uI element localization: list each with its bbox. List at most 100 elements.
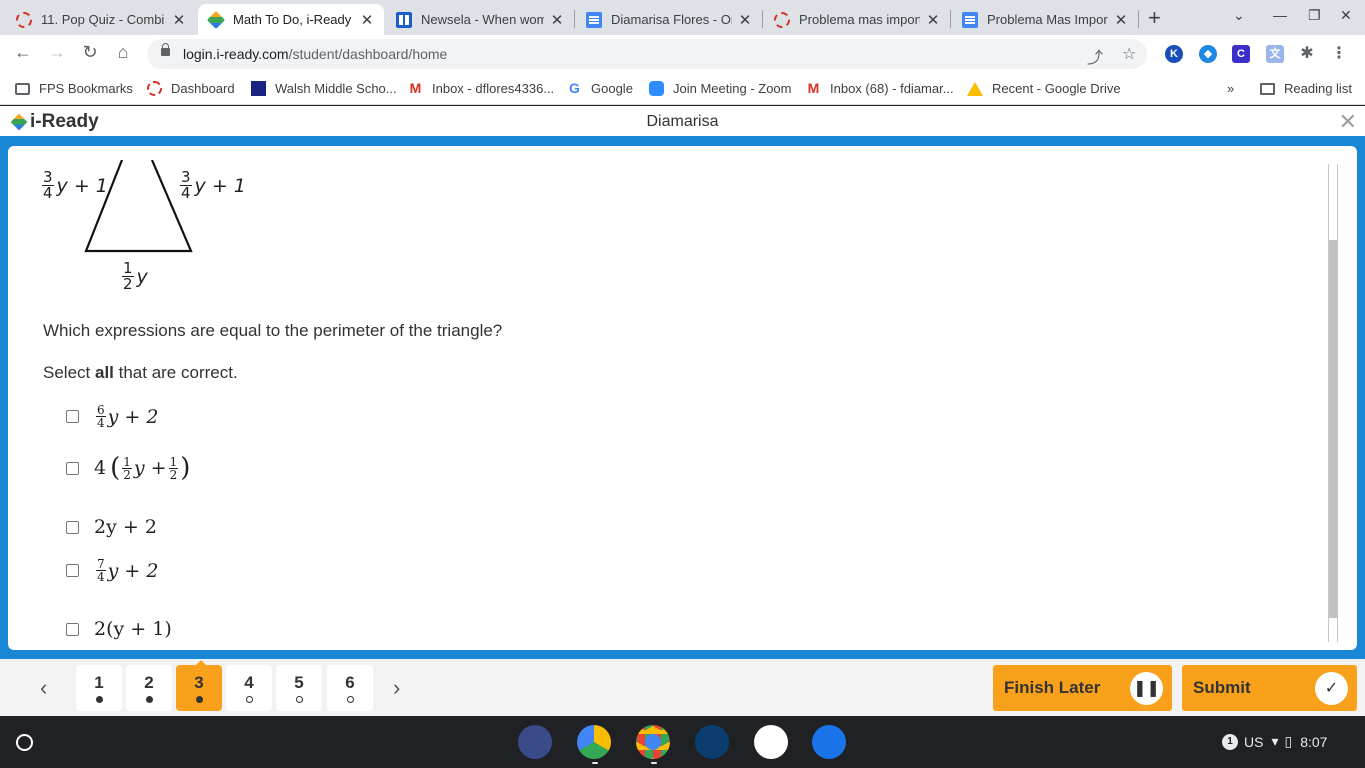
choice-checkbox[interactable] — [66, 622, 79, 636]
status-tray[interactable]: 1 US ▾ ▯ 8:07 — [1222, 733, 1327, 750]
close-icon[interactable]: ✕ — [1114, 11, 1128, 29]
restore-icon[interactable]: ❐ — [1308, 7, 1321, 24]
battery-icon: ▯ — [1284, 733, 1293, 749]
bookmarks-overflow[interactable]: » — [1227, 81, 1234, 96]
answer-choice-1[interactable]: 64 y + 2 — [66, 404, 158, 429]
page-number: 2 — [144, 673, 154, 692]
answered-dot-icon — [145, 696, 153, 703]
next-arrow-icon[interactable]: › — [393, 675, 400, 701]
page-button-6[interactable]: 6 — [327, 665, 373, 711]
page-number: 5 — [294, 673, 304, 692]
loading-icon — [147, 81, 162, 96]
denominator: 4 — [97, 416, 105, 430]
previous-arrow-icon[interactable]: ‹ — [40, 675, 47, 701]
new-tab-icon[interactable]: + — [1148, 5, 1161, 31]
instruction-pre: Select — [43, 363, 95, 382]
choice-checkbox[interactable] — [66, 461, 79, 475]
loading-icon — [774, 11, 790, 28]
reload-icon[interactable]: ↻ — [78, 42, 102, 63]
expression-rest: y + 2 — [107, 405, 159, 428]
bookmark-walsh[interactable]: Walsh Middle Scho... — [251, 81, 397, 96]
folder-icon — [15, 82, 30, 95]
bookmark-star-icon[interactable]: ☆ — [1122, 44, 1136, 64]
choice-checkbox[interactable] — [66, 564, 79, 577]
scrollbar-thumb[interactable] — [1329, 240, 1337, 618]
close-icon[interactable]: ✕ — [550, 11, 564, 29]
close-icon[interactable]: ✕ — [1339, 109, 1357, 135]
app-pinned-icon[interactable] — [518, 725, 552, 759]
bookmark-google[interactable]: G Google — [567, 80, 633, 97]
choice-checkbox[interactable] — [66, 410, 79, 423]
expression-text: 2y + 2 — [94, 516, 157, 538]
side-expression: y + 1 — [56, 174, 108, 197]
unanswered-dot-icon — [346, 696, 354, 703]
extension-shield-icon[interactable]: ◆ — [1199, 45, 1217, 63]
extension-c-icon[interactable]: C — [1232, 45, 1250, 63]
tab-pop-quiz[interactable]: 11. Pop Quiz - Combi ✕ — [6, 4, 196, 35]
google-docs-icon[interactable] — [812, 725, 846, 759]
numerator: 1 — [168, 454, 179, 469]
school-icon — [251, 81, 266, 96]
bookmark-label: Inbox (68) - fdiamar... — [830, 81, 954, 96]
tab-newsela[interactable]: Newsela - When wom ✕ — [386, 4, 574, 35]
forward-icon[interactable]: → — [45, 42, 69, 63]
close-icon[interactable]: ✕ — [172, 11, 186, 29]
page-button-5[interactable]: 5 — [276, 665, 322, 711]
bookmark-zoom[interactable]: Join Meeting - Zoom — [649, 81, 792, 96]
answer-choice-5[interactable]: 2(y + 1) — [66, 618, 172, 640]
page-button-3[interactable]: 3 — [176, 665, 222, 711]
bookmark-fps[interactable]: FPS Bookmarks — [15, 81, 133, 96]
answer-choice-2[interactable]: 4 ( 12 y + 12 ) — [66, 455, 190, 481]
tab-problema-1[interactable]: Problema mas import ✕ — [764, 4, 950, 35]
extensions-puzzle-icon[interactable]: ✱ — [1298, 45, 1316, 63]
tab-iready[interactable]: Math To Do, i-Ready ✕ — [198, 4, 384, 35]
tab-title: Math To Do, i-Ready — [233, 12, 352, 27]
tab-problema-2[interactable]: Problema Mas Impor ✕ — [952, 4, 1138, 35]
lesson-stage: 34 y + 1 34 y + 1 12 y Which expressions… — [0, 136, 1365, 659]
google-drive-icon[interactable] — [577, 725, 611, 759]
content-scrollbar[interactable] — [1328, 164, 1338, 642]
minimize-icon[interactable]: — — [1273, 7, 1287, 23]
launcher-icon[interactable] — [16, 734, 33, 751]
input-locale: US — [1244, 733, 1264, 750]
instruction-text: Select all that are correct. — [43, 363, 238, 383]
extension-translate-icon[interactable]: 文 — [1266, 45, 1284, 63]
tab-search-icon[interactable]: ⌄ — [1233, 7, 1245, 24]
close-icon[interactable]: ✕ — [360, 11, 374, 29]
bookmark-inbox-1[interactable]: M Inbox - dflores4336... — [408, 81, 554, 97]
bookmark-inbox-2[interactable]: M Inbox (68) - fdiamar... — [806, 81, 954, 97]
window-close-icon[interactable]: ✕ — [1340, 7, 1352, 24]
tab-diamarisa-doc[interactable]: Diamarisa Flores - On ✕ — [576, 4, 762, 35]
finish-later-button[interactable]: Finish Later ❚❚ — [993, 665, 1172, 711]
app-pinned-icon[interactable] — [695, 725, 729, 759]
share-icon[interactable]: ⤴ — [1087, 44, 1103, 68]
page-button-1[interactable]: 1 — [76, 665, 122, 711]
page-button-2[interactable]: 2 — [126, 665, 172, 711]
answer-choice-3[interactable]: 2y + 2 — [66, 516, 157, 538]
url-host: login.i-ready.com — [183, 46, 289, 62]
close-icon[interactable]: ✕ — [926, 11, 940, 29]
google-icon: G — [569, 80, 580, 96]
address-bar[interactable]: login.i-ready.com/student/dashboard/home… — [147, 39, 1147, 69]
close-icon[interactable]: ✕ — [738, 11, 752, 29]
extension-k-icon[interactable]: K — [1165, 45, 1183, 63]
unanswered-dot-icon — [295, 696, 303, 703]
bookmark-dashboard[interactable]: Dashboard — [147, 81, 235, 96]
gmail-icon[interactable] — [754, 725, 788, 759]
numerator: 1 — [122, 454, 132, 469]
submit-button[interactable]: Submit ✓ — [1182, 665, 1357, 711]
question-text: Which expressions are equal to the perim… — [43, 321, 503, 340]
menu-kebab-icon[interactable]: ⋮ — [1330, 45, 1348, 63]
choice-checkbox[interactable] — [66, 520, 79, 534]
home-icon[interactable]: ⌂ — [111, 42, 135, 63]
answer-choice-4[interactable]: 74 y + 2 — [66, 558, 158, 583]
bookmark-label: Recent - Google Drive — [992, 81, 1121, 96]
reading-list-button[interactable]: Reading list — [1260, 81, 1352, 96]
url-text[interactable]: login.i-ready.com/student/dashboard/home — [183, 46, 447, 62]
chrome-icon[interactable] — [636, 725, 670, 759]
lock-icon[interactable] — [161, 43, 170, 56]
bookmark-drive[interactable]: Recent - Google Drive — [967, 81, 1121, 96]
tab-title: 11. Pop Quiz - Combi — [41, 12, 165, 27]
back-icon[interactable]: ← — [11, 42, 35, 63]
page-button-4[interactable]: 4 — [226, 665, 272, 711]
